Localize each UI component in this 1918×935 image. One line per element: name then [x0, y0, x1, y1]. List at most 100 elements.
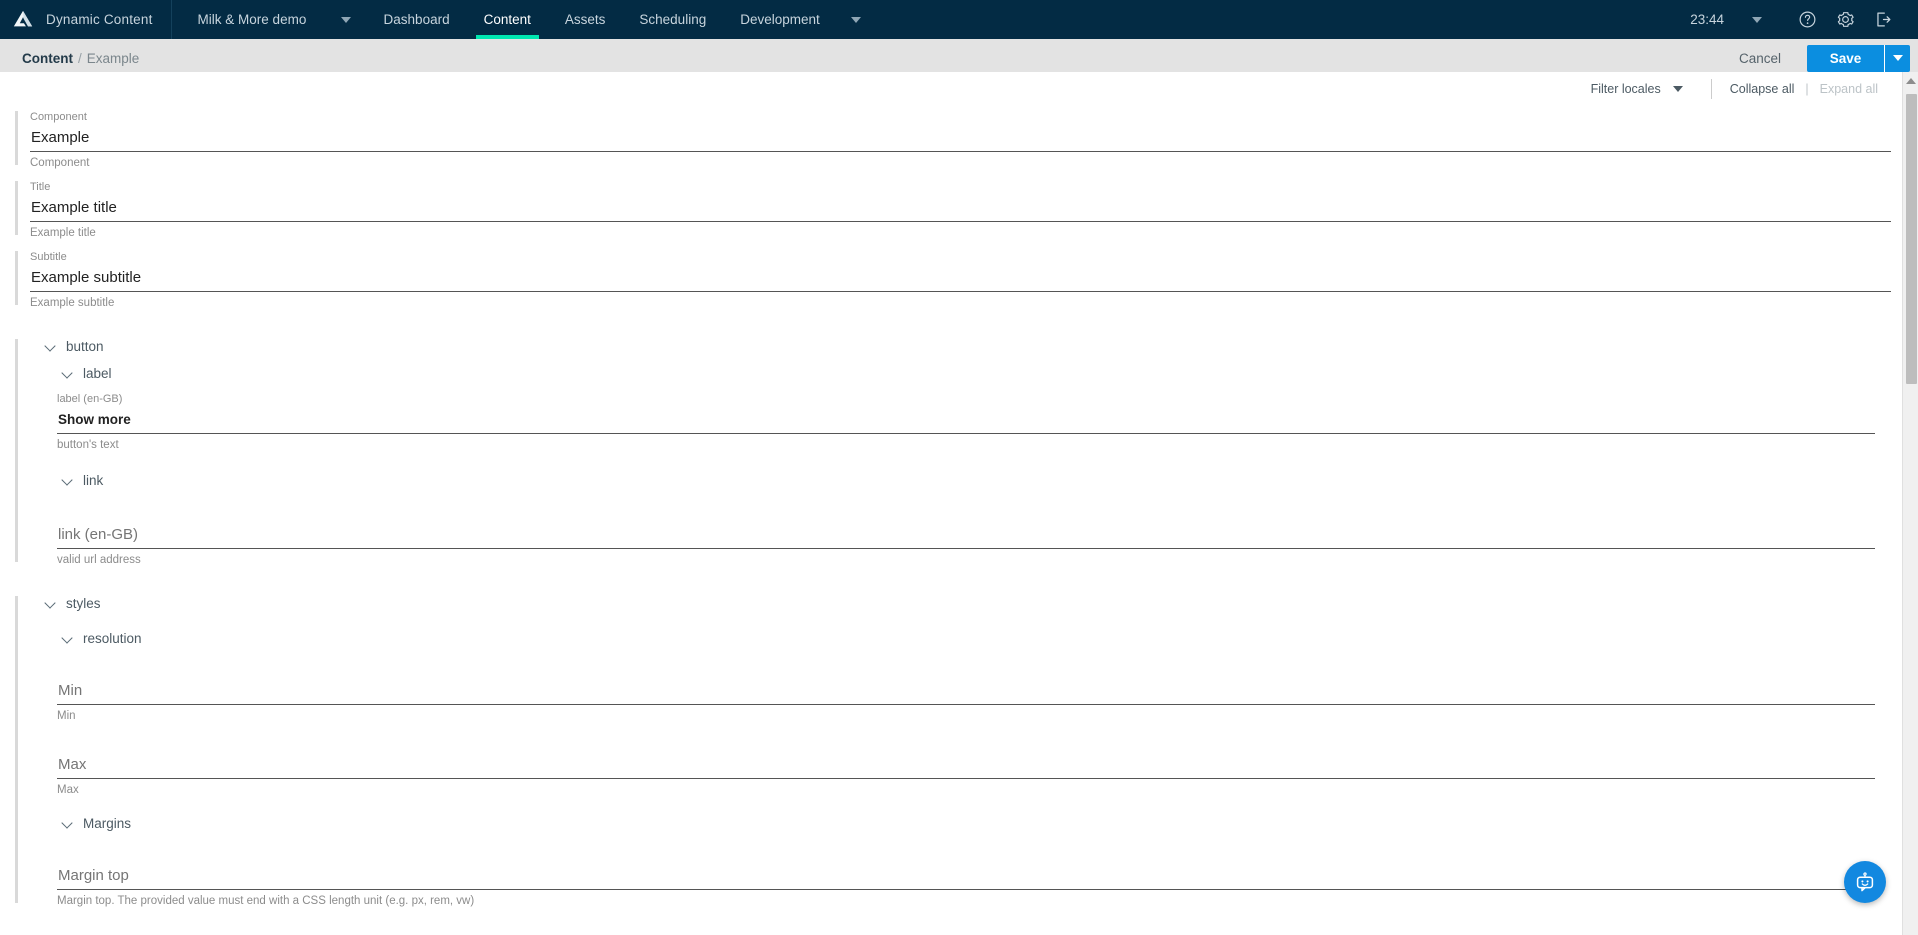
field-resolution-min-input[interactable]: Min: [57, 678, 1875, 705]
field-component: Component Example Component: [0, 105, 1918, 173]
amplience-logo-icon: [12, 9, 34, 31]
chevron-down-icon: [1892, 55, 1903, 61]
tab-development-label: Development: [740, 12, 820, 27]
field-button-label-input[interactable]: Show more: [57, 407, 1875, 434]
chevron-down-icon: [62, 633, 74, 645]
filter-locales-label: Filter locales: [1590, 81, 1661, 96]
logout-button[interactable]: [1864, 0, 1902, 39]
settings-button[interactable]: [1826, 0, 1864, 39]
chevron-down-icon: [1752, 16, 1762, 23]
field-button-label-label: label (en-GB): [57, 393, 123, 405]
form-scroll-area: Filter locales Collapse all | Expand all…: [0, 72, 1918, 935]
breadcrumb-root[interactable]: Content: [22, 51, 73, 66]
field-button-link-help: valid url address: [57, 554, 141, 566]
group-label-header[interactable]: label: [15, 360, 1918, 387]
top-navigation-bar: Dynamic Content Milk & More demo Dashboa…: [0, 0, 1918, 39]
tab-content[interactable]: Content: [467, 0, 548, 39]
toolbar-divider: [1710, 78, 1712, 99]
field-resolution-max-input[interactable]: Max: [57, 752, 1875, 779]
group-styles-header[interactable]: styles: [15, 590, 1918, 617]
tab-development[interactable]: Development: [723, 0, 837, 39]
field-title-input[interactable]: Example title: [30, 195, 1891, 222]
group-button-title: button: [66, 339, 104, 354]
filter-locales-dropdown[interactable]: Filter locales: [1591, 82, 1697, 96]
expand-all-button: Expand all: [1816, 82, 1882, 96]
group-resolution-header[interactable]: resolution: [15, 625, 1918, 652]
nav-tabs: Dashboard Content Assets Scheduling Deve…: [367, 0, 883, 39]
tab-dashboard-label: Dashboard: [383, 12, 450, 27]
hub-selector[interactable]: Milk & More demo: [172, 0, 367, 39]
field-button-link: link (en-GB) valid url address: [57, 522, 1918, 570]
field-button-link-input[interactable]: link (en-GB): [57, 522, 1875, 549]
tab-assets-label: Assets: [564, 12, 606, 27]
chevron-down-icon: [45, 341, 57, 353]
nav-right-area: 23:44: [1690, 0, 1918, 39]
chevron-down-icon: [45, 598, 57, 610]
brand-name: Dynamic Content: [46, 12, 153, 27]
chatbot-icon: [1856, 872, 1874, 892]
group-link-title: link: [83, 473, 104, 488]
breadcrumb-separator: /: [78, 50, 82, 66]
field-component-help: Component: [30, 157, 90, 169]
group-margins-title: Margins: [83, 816, 132, 831]
group-margins-header[interactable]: Margins: [15, 810, 1918, 837]
clock-label: 23:44: [1690, 12, 1724, 27]
chevron-down-icon: [850, 16, 861, 23]
cancel-button[interactable]: Cancel: [1713, 43, 1807, 74]
tab-scheduling-label: Scheduling: [639, 12, 707, 27]
help-button[interactable]: [1788, 0, 1826, 39]
chevron-down-icon: [340, 16, 351, 23]
field-subtitle-help: Example subtitle: [30, 297, 115, 309]
tab-assets[interactable]: Assets: [548, 0, 623, 39]
group-button: button label label (en-GB) Show more but…: [0, 333, 1918, 570]
group-resolution-title: resolution: [83, 631, 142, 646]
field-margin-top-input[interactable]: Margin top: [57, 863, 1875, 890]
chevron-down-icon: [1672, 85, 1683, 92]
tab-content-label: Content: [483, 12, 531, 27]
field-resolution-max: Max Max: [57, 752, 1918, 800]
chevron-up-icon: [1905, 77, 1916, 84]
group-button-header[interactable]: button: [15, 333, 1918, 360]
collapse-all-button[interactable]: Collapse all: [1726, 82, 1799, 96]
chevron-down-icon: [62, 368, 74, 380]
field-subtitle-label: Subtitle: [30, 251, 67, 263]
tab-dashboard[interactable]: Dashboard: [367, 0, 467, 39]
field-subtitle-input[interactable]: Example subtitle: [30, 265, 1891, 292]
save-button[interactable]: Save: [1807, 44, 1884, 72]
field-button-label-help: button's text: [57, 439, 119, 451]
field-title-label: Title: [30, 181, 51, 193]
field-title-help: Example title: [30, 227, 96, 239]
help-circle-icon: [1799, 11, 1815, 28]
group-styles: styles resolution Min Min Max Max Margin…: [0, 590, 1918, 911]
save-options-button[interactable]: [1884, 44, 1910, 72]
tabs-overflow-button[interactable]: [837, 0, 883, 39]
chat-support-button[interactable]: [1844, 861, 1886, 903]
chevron-down-icon: [62, 818, 74, 830]
brand-area[interactable]: Dynamic Content: [0, 0, 172, 39]
vertical-scrollbar[interactable]: [1902, 72, 1918, 935]
field-resolution-max-help: Max: [57, 784, 79, 796]
field-component-input[interactable]: Example: [30, 125, 1891, 152]
field-margin-top-help: Margin top. The provided value must end …: [57, 895, 475, 907]
group-link-header[interactable]: link: [15, 467, 1918, 494]
toolbar-pipe: |: [1805, 81, 1809, 96]
field-subtitle: Subtitle Example subtitle Example subtit…: [0, 245, 1918, 313]
form-body: Component Example Component Title Exampl…: [0, 105, 1918, 911]
field-resolution-min-help: Min: [57, 710, 76, 722]
hub-name: Milk & More demo: [197, 12, 307, 27]
field-resolution-min: Min Min: [57, 678, 1918, 726]
tab-scheduling[interactable]: Scheduling: [622, 0, 723, 39]
field-margin-top: Margin top Margin top. The provided valu…: [57, 863, 1918, 911]
breadcrumb-leaf: Example: [86, 50, 140, 66]
field-button-label: label (en-GB) Show more button's text: [57, 387, 1918, 455]
clock-dropdown-button[interactable]: [1730, 16, 1788, 23]
logout-icon: [1876, 12, 1890, 27]
scroll-up-button[interactable]: [1903, 72, 1918, 89]
header-actions: Cancel Save: [1713, 43, 1910, 74]
group-styles-title: styles: [66, 596, 101, 611]
form-toolbar: Filter locales Collapse all | Expand all: [0, 72, 1918, 105]
scrollbar-thumb[interactable]: [1906, 94, 1917, 384]
field-component-label: Component: [30, 111, 87, 123]
chevron-down-icon: [62, 475, 74, 487]
field-title: Title Example title Example title: [0, 175, 1918, 243]
